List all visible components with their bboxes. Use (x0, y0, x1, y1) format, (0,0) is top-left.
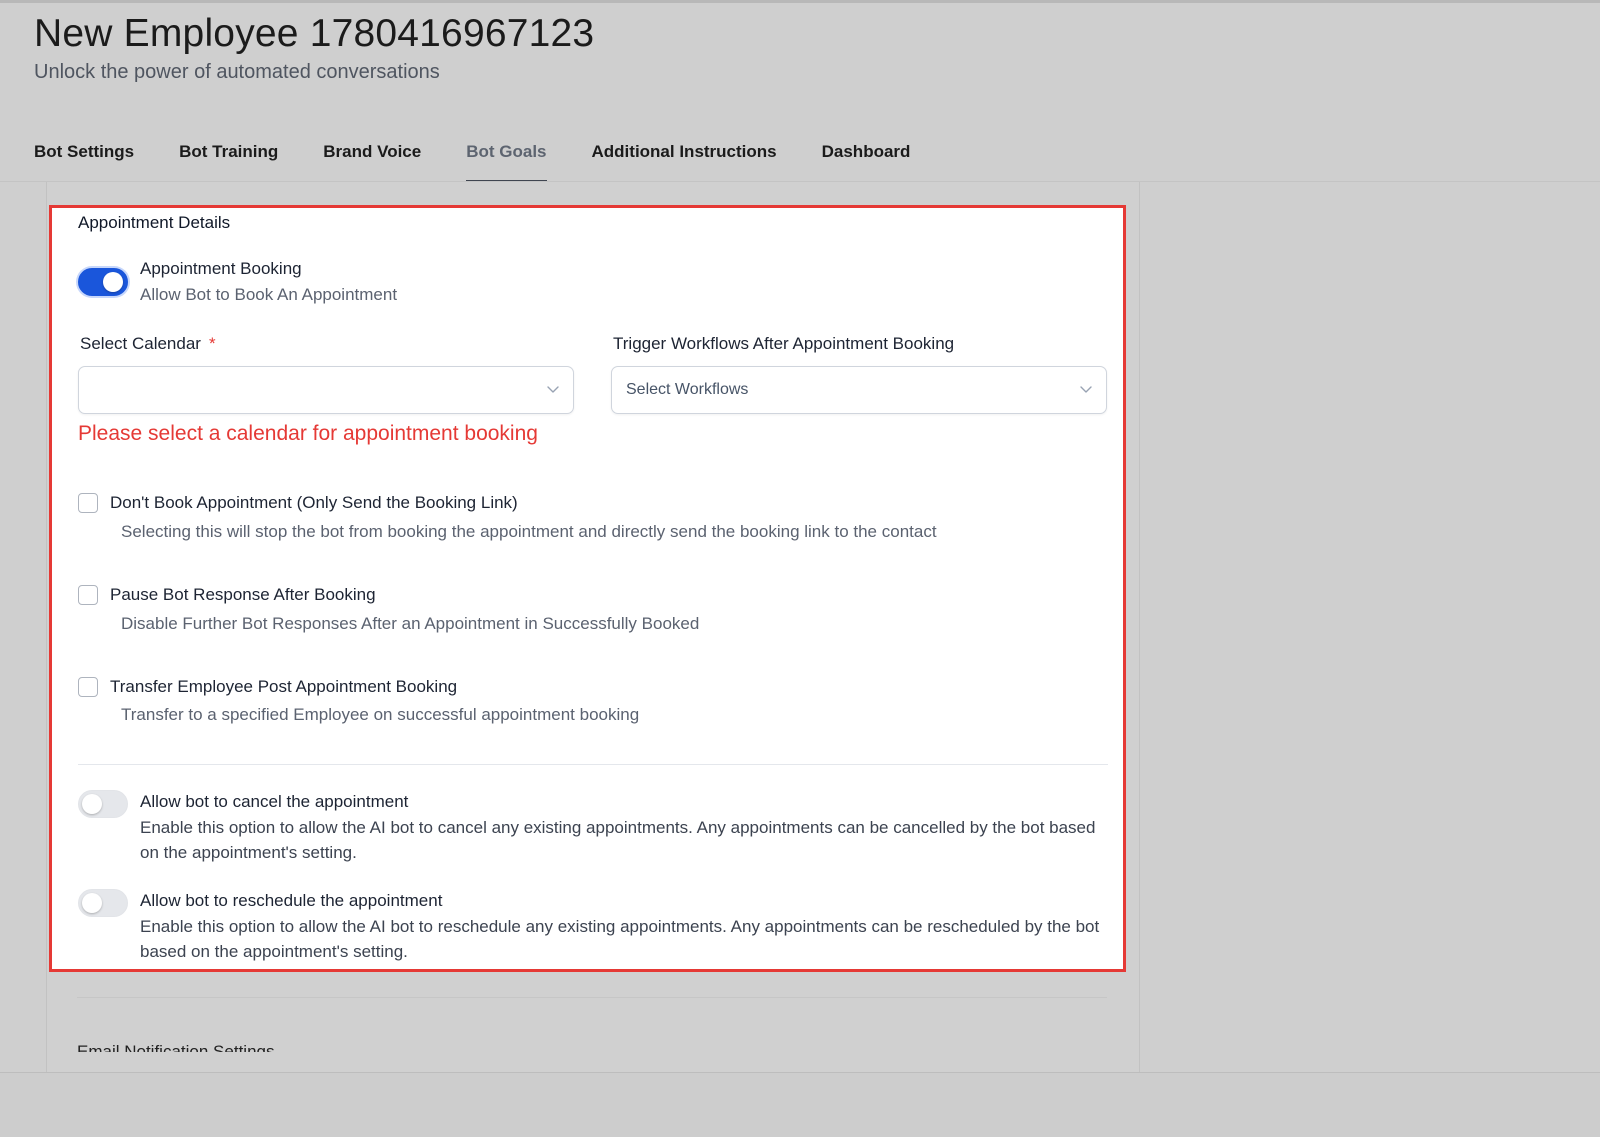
email-notification-settings-title: Email Notification Settings (77, 1042, 275, 1052)
cancel-appointment-description: Enable this option to allow the AI bot t… (140, 818, 1096, 862)
page: New Employee 1780416967123 Unlock the po… (0, 0, 1600, 1137)
dont-book-description: Selecting this will stop the bot from bo… (121, 522, 937, 541)
top-border (0, 0, 1600, 3)
cancel-appointment-toggle[interactable] (78, 790, 128, 818)
tab-additional-instructions[interactable]: Additional Instructions (592, 140, 777, 180)
cancel-appointment-label: Allow bot to cancel the appointment (140, 792, 409, 811)
tab-dashboard[interactable]: Dashboard (822, 140, 911, 180)
workflows-select[interactable]: Select Workflows (611, 366, 1107, 414)
calendar-select[interactable] (78, 366, 574, 414)
pause-bot-label: Pause Bot Response After Booking (110, 585, 376, 604)
toggle-knob (82, 794, 102, 814)
appointment-booking-description: Allow Bot to Book An Appointment (140, 285, 398, 304)
tab-bar: Bot Settings Bot Training Brand Voice Bo… (34, 140, 955, 182)
chevron-down-icon (1080, 386, 1092, 393)
workflows-select-placeholder: Select Workflows (626, 381, 749, 398)
page-title: New Employee 1780416967123 (34, 12, 595, 55)
dont-book-checkbox[interactable] (78, 493, 98, 513)
pause-bot-checkbox[interactable] (78, 585, 98, 605)
calendar-error-message: Please select a calendar for appointment… (78, 422, 538, 445)
transfer-employee-label: Transfer Employee Post Appointment Booki… (110, 677, 458, 696)
select-calendar-label: Select Calendar * (80, 334, 216, 354)
transfer-employee-checkbox[interactable] (78, 677, 98, 697)
chevron-down-icon (547, 386, 559, 393)
section-title: Appointment Details (78, 213, 231, 232)
required-mark: * (208, 334, 216, 353)
tab-bot-settings[interactable]: Bot Settings (34, 140, 134, 180)
reschedule-appointment-label: Allow bot to reschedule the appointment (140, 891, 443, 910)
select-calendar-label-text: Select Calendar (80, 334, 201, 353)
pause-bot-description: Disable Further Bot Responses After an A… (121, 614, 700, 633)
reschedule-appointment-toggle[interactable] (78, 889, 128, 917)
tab-bot-goals[interactable]: Bot Goals (466, 140, 547, 182)
tab-bot-training[interactable]: Bot Training (179, 140, 278, 180)
page-subtitle: Unlock the power of automated conversati… (34, 61, 440, 83)
tab-brand-voice[interactable]: Brand Voice (323, 140, 421, 180)
transfer-employee-description: Transfer to a specified Employee on succ… (121, 705, 640, 724)
toggle-knob (82, 893, 102, 913)
section-divider (78, 764, 1108, 765)
reschedule-appointment-description: Enable this option to allow the AI bot t… (140, 917, 1100, 961)
panel-divider (77, 997, 1107, 998)
bottom-bar (0, 1072, 1600, 1137)
appointment-details-card: Appointment Details Appointment Booking … (49, 205, 1126, 972)
trigger-workflows-label: Trigger Workflows After Appointment Book… (613, 334, 955, 353)
toggle-knob (103, 272, 123, 292)
appointment-booking-toggle[interactable] (78, 268, 128, 296)
appointment-booking-label: Appointment Booking (140, 259, 302, 278)
dont-book-label: Don't Book Appointment (Only Send the Bo… (110, 493, 518, 512)
